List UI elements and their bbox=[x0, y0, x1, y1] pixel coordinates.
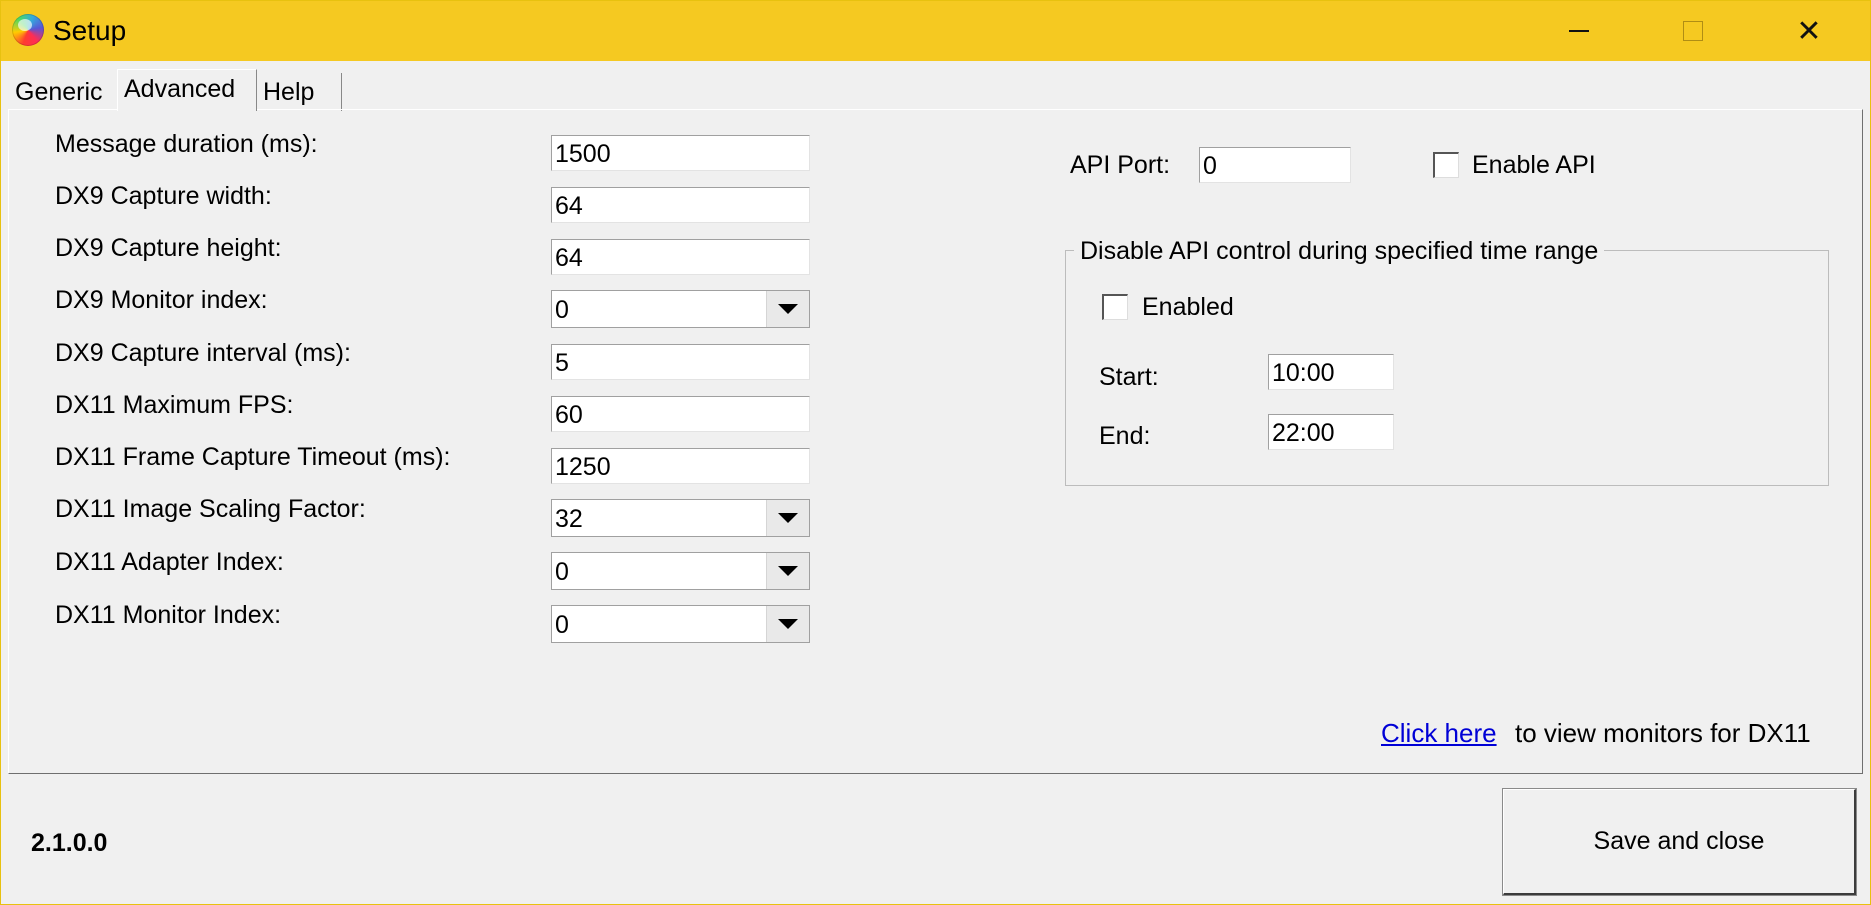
enable-api-label[interactable]: Enable API bbox=[1472, 151, 1596, 180]
color-wheel-icon bbox=[12, 14, 44, 46]
view-monitors-text: to view monitors for DX11 bbox=[1515, 718, 1811, 748]
time-range-groupbox bbox=[1065, 250, 1829, 486]
chevron-down-icon bbox=[778, 566, 798, 576]
setup-window: Setup ✕ Generic Advanced Help Message du… bbox=[0, 0, 1871, 905]
minimize-icon bbox=[1569, 30, 1589, 32]
enable-api-checkbox[interactable] bbox=[1433, 152, 1459, 178]
start-time-input[interactable]: 10:00 bbox=[1268, 354, 1394, 390]
time-range-enabled-checkbox[interactable] bbox=[1102, 294, 1128, 320]
tab-advanced[interactable]: Advanced bbox=[117, 69, 257, 111]
window-title: Setup bbox=[53, 15, 127, 46]
dropdown-arrow-button[interactable] bbox=[766, 553, 809, 589]
view-monitors-link[interactable]: Click here bbox=[1381, 718, 1497, 749]
message-duration-label: Message duration (ms): bbox=[55, 130, 318, 158]
chevron-down-icon bbox=[778, 513, 798, 523]
end-time-label: End: bbox=[1099, 422, 1151, 450]
dropdown-arrow-button[interactable] bbox=[766, 606, 809, 642]
dx9-capture-width-input[interactable]: 64 bbox=[551, 187, 810, 223]
dx9-monitor-index-value: 0 bbox=[555, 296, 569, 324]
message-duration-input[interactable]: 1500 bbox=[551, 135, 810, 171]
maximize-button[interactable] bbox=[1637, 1, 1749, 61]
dx11-adapter-index-value: 0 bbox=[555, 558, 569, 586]
api-port-input[interactable]: 0 bbox=[1199, 147, 1351, 183]
dropdown-arrow-button[interactable] bbox=[766, 291, 809, 327]
dx11-frame-timeout-label: DX11 Frame Capture Timeout (ms): bbox=[55, 443, 451, 471]
dx11-scaling-factor-label: DX11 Image Scaling Factor: bbox=[55, 495, 366, 523]
close-button[interactable]: ✕ bbox=[1753, 1, 1865, 61]
dropdown-arrow-button[interactable] bbox=[766, 500, 809, 536]
dx11-scaling-factor-select[interactable]: 32 bbox=[551, 499, 810, 537]
save-and-close-button[interactable]: Save and close bbox=[1502, 788, 1857, 896]
dx9-capture-interval-label: DX9 Capture interval (ms): bbox=[55, 339, 351, 367]
close-icon: ✕ bbox=[1796, 14, 1822, 48]
tab-generic[interactable]: Generic bbox=[9, 73, 117, 111]
dx11-scaling-factor-value: 32 bbox=[555, 505, 583, 533]
dx11-frame-timeout-input[interactable]: 1250 bbox=[551, 448, 810, 484]
dx9-capture-height-label: DX9 Capture height: bbox=[55, 234, 282, 262]
minimize-button[interactable] bbox=[1523, 1, 1635, 61]
dx11-max-fps-input[interactable]: 60 bbox=[551, 396, 810, 432]
dx9-monitor-index-label: DX9 Monitor index: bbox=[55, 286, 268, 314]
title-bar[interactable]: Setup ✕ bbox=[1, 1, 1870, 61]
maximize-icon bbox=[1683, 21, 1703, 41]
end-time-input[interactable]: 22:00 bbox=[1268, 414, 1394, 450]
dx11-monitor-index-label: DX11 Monitor Index: bbox=[55, 601, 282, 629]
dx9-capture-interval-input[interactable]: 5 bbox=[551, 344, 810, 380]
dx11-monitor-index-select[interactable]: 0 bbox=[551, 605, 810, 643]
time-range-enabled-label[interactable]: Enabled bbox=[1142, 293, 1234, 322]
start-time-label: Start: bbox=[1099, 363, 1159, 391]
dx11-adapter-index-label: DX11 Adapter Index: bbox=[55, 548, 284, 576]
dx11-adapter-index-select[interactable]: 0 bbox=[551, 552, 810, 590]
dx9-capture-height-input[interactable]: 64 bbox=[551, 239, 810, 275]
version-label: 2.1.0.0 bbox=[31, 829, 108, 857]
dx11-monitor-index-value: 0 bbox=[555, 611, 569, 639]
time-range-title: Disable API control during specified tim… bbox=[1074, 237, 1605, 266]
chevron-down-icon bbox=[778, 619, 798, 629]
api-port-label: API Port: bbox=[1070, 151, 1171, 179]
dx9-monitor-index-select[interactable]: 0 bbox=[551, 290, 810, 328]
dx9-capture-width-label: DX9 Capture width: bbox=[55, 182, 272, 210]
chevron-down-icon bbox=[778, 304, 798, 314]
dx11-max-fps-label: DX11 Maximum FPS: bbox=[55, 391, 294, 419]
tab-help[interactable]: Help bbox=[257, 73, 342, 111]
